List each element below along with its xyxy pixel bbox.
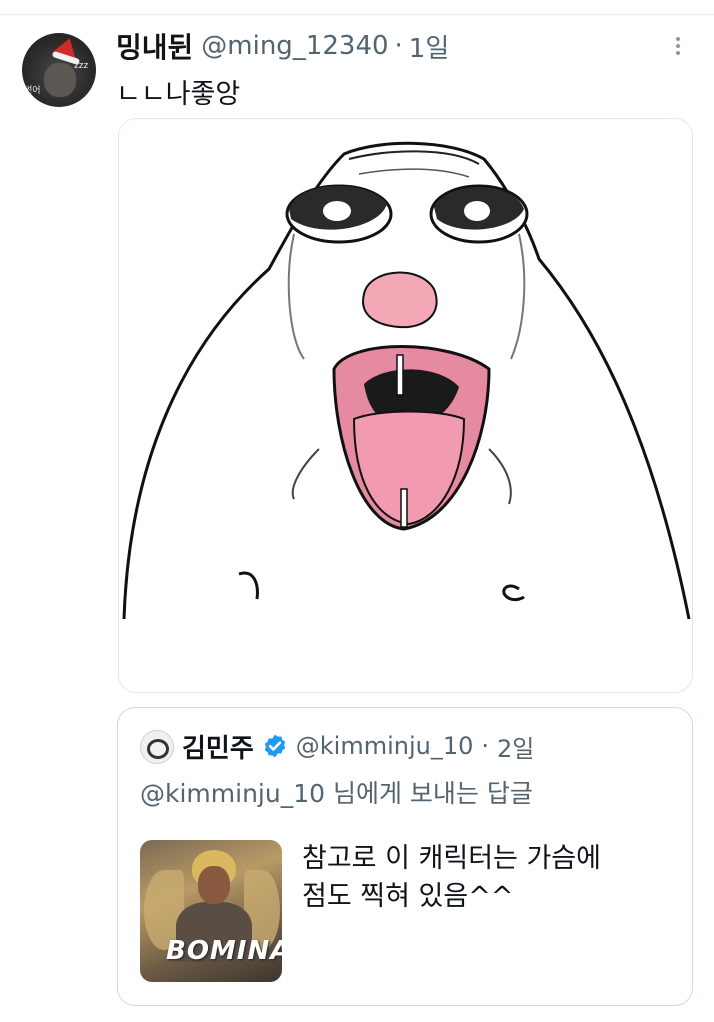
verified-badge-icon xyxy=(264,734,285,758)
quoted-tweet-header: 김민주 @kimminju_10 · 2일 xyxy=(182,728,534,764)
top-divider xyxy=(0,14,714,15)
avatar-sleep-text: zzz xyxy=(74,61,89,71)
quoted-text-line-1: 참고로 이 캐릭터는 가슴에 xyxy=(302,843,601,874)
quoted-media-thumbnail[interactable]: BOMINA xyxy=(140,840,282,982)
tweet-header: 밍내뒨 @ming_12340 · 1일 xyxy=(116,26,449,66)
author-avatar[interactable]: zzz 썬어 xyxy=(22,33,96,107)
more-vertical-icon[interactable] xyxy=(666,34,690,64)
reply-to-label: @kimminju_10 님에게 보내는 답글 xyxy=(140,779,533,808)
quoted-author-name[interactable]: 김민주 xyxy=(182,728,254,765)
quoted-text-line-2: 점도 찍혀 있음^^ xyxy=(302,881,514,912)
tweet-text: ㄴㄴ나좋앙 xyxy=(116,79,241,110)
tweet-time[interactable]: 1일 xyxy=(409,28,449,65)
separator-dot: · xyxy=(394,31,403,61)
quoted-tweet-text: 참고로 이 캐릭터는 가슴에 점도 찍혀 있음^^ xyxy=(302,840,672,916)
thumbnail-logo: BOMINA xyxy=(166,936,282,966)
quoted-tweet-time[interactable]: 2일 xyxy=(497,729,534,764)
avatar-label: 썬어 xyxy=(24,86,41,96)
avatar-face xyxy=(44,63,76,97)
author-handle[interactable]: @ming_12340 xyxy=(201,31,388,61)
quoted-tweet-card[interactable]: 김민주 @kimminju_10 · 2일 @kimminju_10 님에게 보… xyxy=(117,707,693,1006)
author-name[interactable]: 밍내뒨 xyxy=(116,26,193,66)
quoted-author-avatar[interactable] xyxy=(140,730,174,764)
separator-dot: · xyxy=(481,732,490,760)
tweet-media-image[interactable] xyxy=(118,118,693,693)
crying-seal-drawing xyxy=(122,141,691,620)
quoted-author-handle[interactable]: @kimminju_10 xyxy=(296,732,474,760)
